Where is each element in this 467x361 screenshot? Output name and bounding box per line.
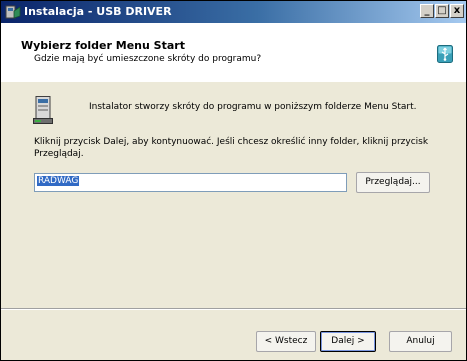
page-title: Wybierz folder Menu Start: [21, 39, 185, 52]
header-divider: [1, 81, 466, 82]
wizard-header: Wybierz folder Menu Start Gdzie mają być…: [1, 23, 466, 82]
usb-icon: [437, 45, 453, 63]
info-text: Instalator stworzy skróty do programu w …: [89, 102, 417, 112]
start-menu-folder-icon: [33, 96, 53, 124]
maximize-button[interactable]: □: [435, 4, 449, 18]
installer-app-icon: [5, 4, 21, 20]
cancel-button[interactable]: Anuluj: [389, 331, 452, 352]
back-button[interactable]: < Wstecz: [256, 331, 316, 352]
window-title: Instalacja - USB DRIVER: [24, 5, 172, 18]
page-subtitle: Gdzie mają być umieszczone skróty do pro…: [34, 54, 262, 64]
footer-separator: [1, 308, 466, 310]
browse-button[interactable]: Przeglądaj...: [356, 172, 430, 193]
folder-input-value: RADWAG: [37, 176, 80, 186]
title-bar[interactable]: Instalacja - USB DRIVER _ □ x: [1, 1, 466, 23]
minimize-button[interactable]: _: [420, 4, 434, 18]
close-button[interactable]: x: [450, 4, 464, 18]
installer-window: Instalacja - USB DRIVER _ □ x Wybierz fo…: [0, 0, 467, 361]
instruction-text: Kliknij przycisk Dalej, aby kontynuować.…: [34, 137, 429, 159]
start-menu-folder-input[interactable]: RADWAG: [34, 173, 347, 192]
next-button[interactable]: Dalej >: [320, 331, 376, 352]
